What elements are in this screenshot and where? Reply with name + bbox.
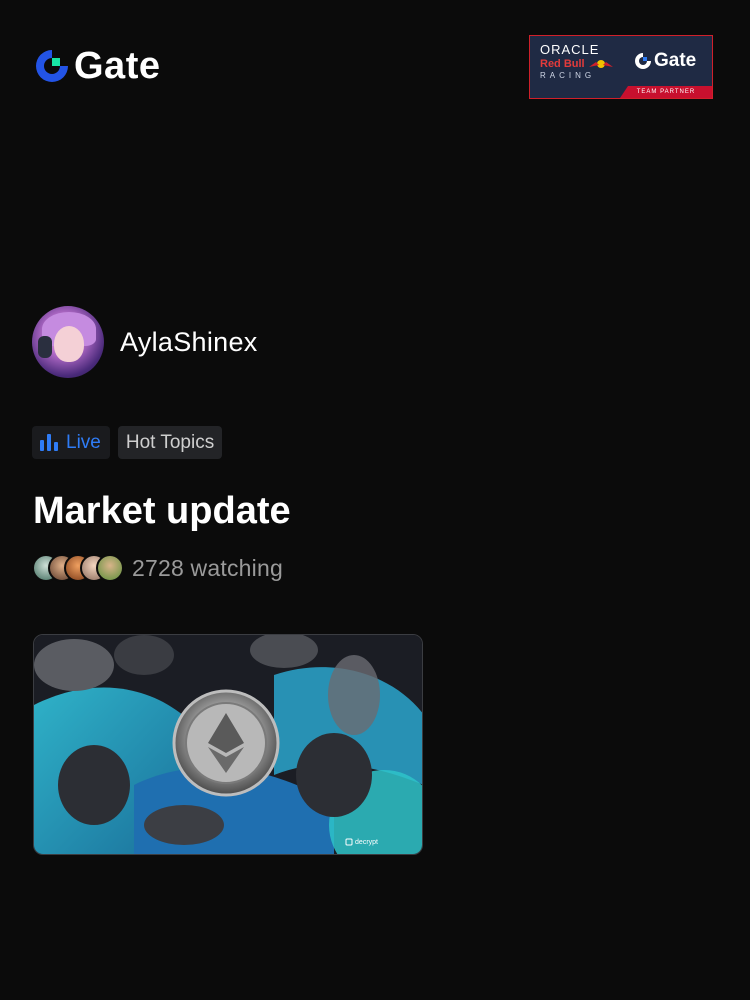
decrypt-watermark: decrypt	[345, 838, 378, 846]
gate-logo-icon	[635, 53, 651, 69]
oracle-wordmark: ORACLE	[540, 42, 600, 57]
ethereum-coin-illustration	[34, 635, 422, 854]
partner-badge[interactable]: ORACLE Red Bull RACING Gate TEAM PARTNER	[529, 35, 713, 99]
gate-logo-icon	[36, 50, 68, 82]
live-bars-icon	[40, 434, 58, 451]
bull-icon	[588, 60, 613, 69]
viewer-avatars	[32, 554, 124, 582]
gate-logo[interactable]: Gate	[34, 45, 161, 87]
topic-tag[interactable]: Hot Topics	[117, 426, 223, 459]
decrypt-logo-icon	[345, 838, 353, 846]
redbull-wordmark: Red Bull	[540, 58, 620, 70]
avatar[interactable]	[32, 306, 104, 378]
watching-count: 2728 watching	[132, 554, 283, 581]
headphones-icon	[38, 336, 52, 358]
stream-tags: Live Hot Topics	[32, 426, 223, 459]
topic-label: Hot Topics	[125, 431, 215, 453]
partner-gate-logo: Gate	[634, 50, 696, 72]
streamer-name[interactable]: AylaShinex	[120, 327, 258, 358]
racing-wordmark: RACING	[540, 71, 596, 80]
live-badge: Live	[32, 426, 110, 459]
streamer-profile[interactable]: AylaShinex	[32, 306, 258, 378]
stream-cover-image[interactable]: decrypt	[33, 634, 423, 855]
live-label: Live	[66, 431, 101, 453]
viewer-count: 2728 watching	[32, 554, 283, 582]
gate-logo-text: Gate	[74, 45, 161, 87]
stream-title: Market update	[33, 490, 291, 532]
team-partner-label: TEAM PARTNER	[620, 86, 712, 98]
viewer-avatar	[96, 554, 124, 582]
